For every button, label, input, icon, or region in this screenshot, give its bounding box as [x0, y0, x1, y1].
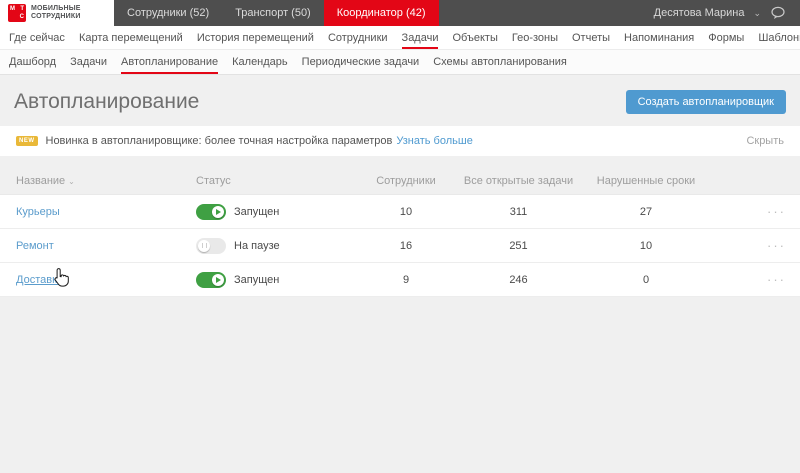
subnav-item[interactable]: Схемы автопланирования [426, 50, 574, 74]
play-icon [216, 276, 221, 283]
logo-letter: С [19, 14, 24, 20]
nav-item[interactable]: Сотрудники [321, 26, 395, 49]
topbar-tab[interactable]: Координатор (42) [323, 0, 439, 26]
column-header: Сотрудники [361, 175, 451, 187]
toggle-knob [212, 205, 224, 218]
employees-count: 10 [399, 205, 413, 218]
row-name-link[interactable]: Курьеры [16, 206, 60, 218]
status-cell: Запущен [196, 271, 361, 288]
nav-item[interactable]: Карта перемещений [72, 26, 190, 49]
app-logo: М Т С МОБИЛЬНЫЕ СОТРУДНИКИ [0, 0, 114, 26]
subnav-item[interactable]: Задачи [63, 50, 114, 74]
main-nav: Где сейчас Карта перемещений История перем… [0, 26, 800, 50]
column-header[interactable]: Название ⌄ [16, 175, 196, 187]
row-menu-icon[interactable]: ··· [706, 239, 786, 252]
table-row: Ремонт На паузе 16 251 10 ··· [0, 229, 800, 263]
status-cell: Запущен [196, 203, 361, 220]
status-toggle[interactable] [196, 271, 226, 288]
open-tasks-count: 251 [509, 239, 528, 252]
chat-icon[interactable] [770, 6, 786, 20]
violated-deadlines-count: 27 [639, 205, 653, 218]
column-header-label: Название [16, 175, 66, 187]
mts-logo-icon: М Т С [8, 4, 26, 22]
topbar-tab[interactable]: Транспорт (50) [222, 0, 324, 26]
column-header-label: Все открытые задачи [463, 175, 574, 187]
column-header-label: Нарушенные сроки [596, 175, 696, 187]
page-title: Автопланирование [14, 90, 200, 113]
topbar-tab[interactable]: Сотрудники (52) [114, 0, 222, 26]
user-menu[interactable]: Десятова Марина [654, 7, 745, 19]
subnav-item[interactable]: Календарь [225, 50, 295, 74]
nav-item[interactable]: Шаблоны [751, 26, 800, 49]
nav-item[interactable]: Напоминания [617, 26, 701, 49]
nav-item[interactable]: История перемещений [190, 26, 321, 49]
topbar-user-area: Десятова Марина ⌄ [654, 0, 800, 26]
sub-nav: Дашборд Задачи Автопланирование Календарь Пе… [0, 50, 800, 75]
subnav-item[interactable]: Дашборд [2, 50, 63, 74]
nav-item[interactable]: Задачи [395, 26, 446, 49]
row-menu-icon[interactable]: ··· [706, 205, 786, 218]
table-row: Курьеры Запущен 10 311 27 ··· [0, 195, 800, 229]
table-header: Название ⌄ Статус Сотрудники Все открытые за… [0, 168, 800, 194]
logo-letter: Т [20, 6, 24, 12]
status-label: Запущен [234, 205, 280, 218]
chevron-down-icon[interactable]: ⌄ [753, 8, 761, 18]
nav-item[interactable]: Отчеты [565, 26, 617, 49]
toggle-knob [198, 239, 210, 252]
table-row: Доставка Запущен 9 246 0 ··· [0, 263, 800, 297]
nav-item[interactable]: Объекты [445, 26, 504, 49]
app-logo-text: МОБИЛЬНЫЕ СОТРУДНИКИ [31, 5, 81, 21]
sort-chevron-icon: ⌄ [68, 177, 75, 186]
news-banner: NEW Новинка в автопланировщике: более то… [0, 126, 800, 156]
subnav-item[interactable]: Автопланирование [114, 50, 225, 74]
column-header-label: Сотрудники [376, 175, 436, 187]
status-toggle[interactable] [196, 237, 226, 254]
column-header: Нарушенные сроки [586, 175, 706, 187]
employees-count: 16 [399, 239, 413, 252]
violated-deadlines-count: 10 [639, 239, 653, 252]
hide-banner-link[interactable]: Скрыть [746, 135, 784, 147]
topbar: М Т С МОБИЛЬНЫЕ СОТРУДНИКИ Сотрудники (5… [0, 0, 800, 26]
logo-letter: М [10, 6, 15, 12]
violated-deadlines-count: 0 [642, 273, 650, 286]
content: Автопланирование Создать автопланировщик… [0, 75, 800, 297]
row-name-link[interactable]: Ремонт [16, 240, 54, 252]
status-label: На паузе [234, 239, 280, 252]
new-badge-icon: NEW [16, 136, 38, 146]
banner-text: Новинка в автопланировщике: более точная… [45, 135, 393, 147]
nav-item[interactable]: Где сейчас [2, 26, 72, 49]
employees-count: 9 [402, 273, 410, 286]
pause-icon [201, 243, 207, 248]
column-header-label: Статус [196, 175, 231, 187]
status-toggle[interactable] [196, 203, 226, 220]
table-body: Курьеры Запущен 10 311 27 ··· Ремонт На паузе 16… [0, 194, 800, 297]
status-cell: На паузе [196, 237, 361, 254]
subnav-item[interactable]: Периодические задачи [295, 50, 427, 74]
nav-item[interactable]: Формы [701, 26, 751, 49]
learn-more-link[interactable]: Узнать больше [396, 135, 472, 147]
toggle-knob [212, 273, 224, 286]
logo-line2: СОТРУДНИКИ [31, 13, 81, 20]
nav-item[interactable]: Гео-зоны [505, 26, 565, 49]
status-label: Запущен [234, 273, 280, 286]
play-icon [216, 208, 221, 215]
logo-line1: МОБИЛЬНЫЕ [31, 5, 81, 12]
create-autoplanner-button[interactable]: Создать автопланировщик [625, 90, 786, 114]
open-tasks-count: 246 [509, 273, 528, 286]
row-menu-icon[interactable]: ··· [706, 273, 786, 286]
column-header: Статус [196, 175, 361, 187]
title-row: Автопланирование Создать автопланировщик [0, 75, 800, 114]
column-header: Все открытые задачи [451, 175, 586, 187]
row-name-link[interactable]: Доставка [16, 274, 63, 286]
open-tasks-count: 311 [509, 205, 528, 218]
topbar-tabs: Сотрудники (52) Транспорт (50) Координатор… [114, 0, 439, 26]
